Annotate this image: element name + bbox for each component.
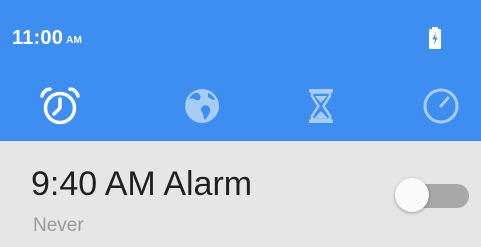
toggle-knob — [395, 178, 429, 212]
status-clock-text: 11:00 — [12, 27, 64, 49]
status-ampm: AM — [66, 35, 83, 46]
alarm-time-label: 9:40 AM Alarm — [31, 165, 253, 203]
globe-icon — [185, 88, 219, 123]
hourglass-icon — [309, 88, 333, 123]
tab-timer[interactable] — [261, 70, 381, 141]
tab-world-clock[interactable] — [142, 70, 262, 141]
stopwatch-icon — [423, 88, 459, 123]
alarm-clock-icon — [40, 86, 80, 124]
battery-charging-icon — [428, 27, 442, 49]
tab-stopwatch[interactable] — [381, 70, 481, 141]
status-bar: 11:00 AM — [0, 0, 481, 66]
app-header: 11:00 AM — [0, 0, 481, 141]
alarm-toggle-switch[interactable] — [395, 178, 469, 212]
alarm-repeat-label: Never — [33, 215, 84, 236]
tab-bar — [0, 70, 481, 141]
status-time: 11:00 AM — [12, 27, 82, 50]
clock-app: 11:00 AM 9:40 AM Alarm Never — [0, 0, 481, 247]
tab-alarm[interactable] — [0, 70, 120, 141]
